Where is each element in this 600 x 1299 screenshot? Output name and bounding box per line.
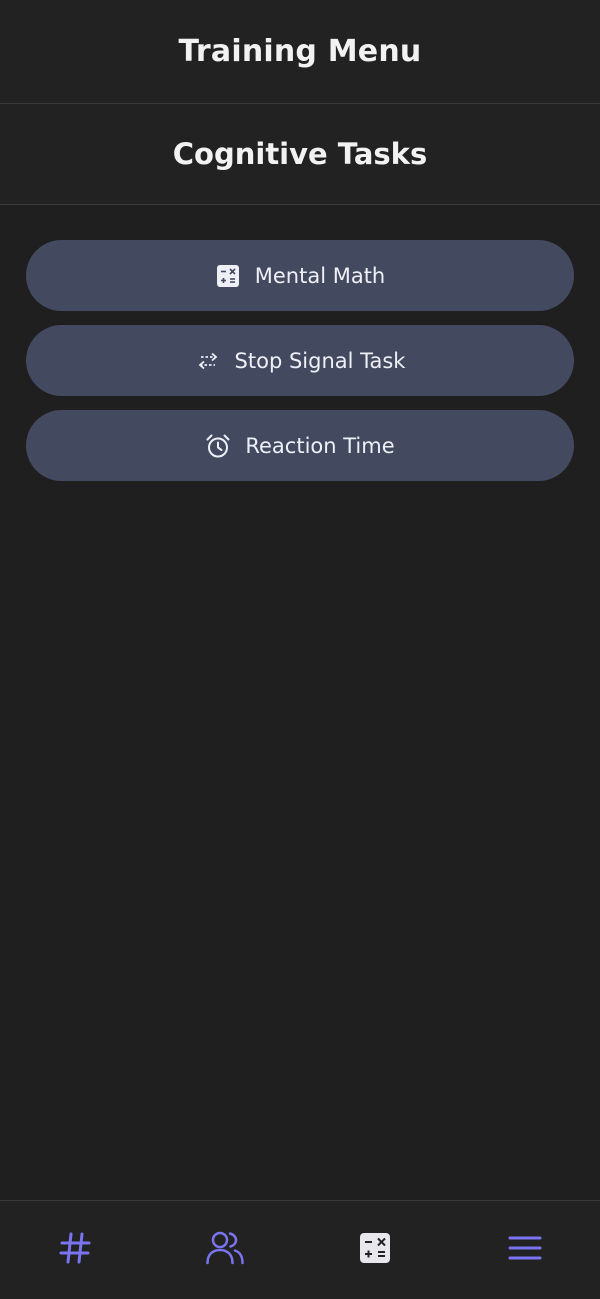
mental-math-button[interactable]: Mental Math <box>26 240 574 311</box>
calculator-icon <box>360 1233 390 1267</box>
reaction-time-button[interactable]: Reaction Time <box>26 410 574 481</box>
stop-signal-task-label: Stop Signal Task <box>234 348 406 373</box>
top-header: Training Menu <box>0 0 600 104</box>
alarm-clock-icon <box>205 433 231 459</box>
users-icon <box>205 1229 245 1271</box>
bottom-navigation <box>0 1200 600 1299</box>
section-title: Cognitive Tasks <box>172 137 428 171</box>
hashtag-icon <box>58 1231 92 1269</box>
section-header: Cognitive Tasks <box>0 104 600 205</box>
app-screen: Training Menu Cognitive Tasks Mental Mat… <box>0 0 600 1299</box>
swap-arrows-icon <box>195 348 221 374</box>
menu-icon <box>508 1233 542 1267</box>
calculator-icon <box>215 263 241 289</box>
stop-signal-task-button[interactable]: Stop Signal Task <box>26 325 574 396</box>
nav-hashtag[interactable] <box>0 1201 150 1299</box>
task-menu-list: Mental Math Stop Signal Task Reaction Ti… <box>0 205 600 481</box>
reaction-time-label: Reaction Time <box>245 433 395 458</box>
mental-math-label: Mental Math <box>254 263 386 288</box>
page-title: Training Menu <box>178 34 422 69</box>
nav-users[interactable] <box>150 1201 300 1299</box>
nav-menu[interactable] <box>450 1201 600 1299</box>
nav-calculator[interactable] <box>300 1201 450 1299</box>
